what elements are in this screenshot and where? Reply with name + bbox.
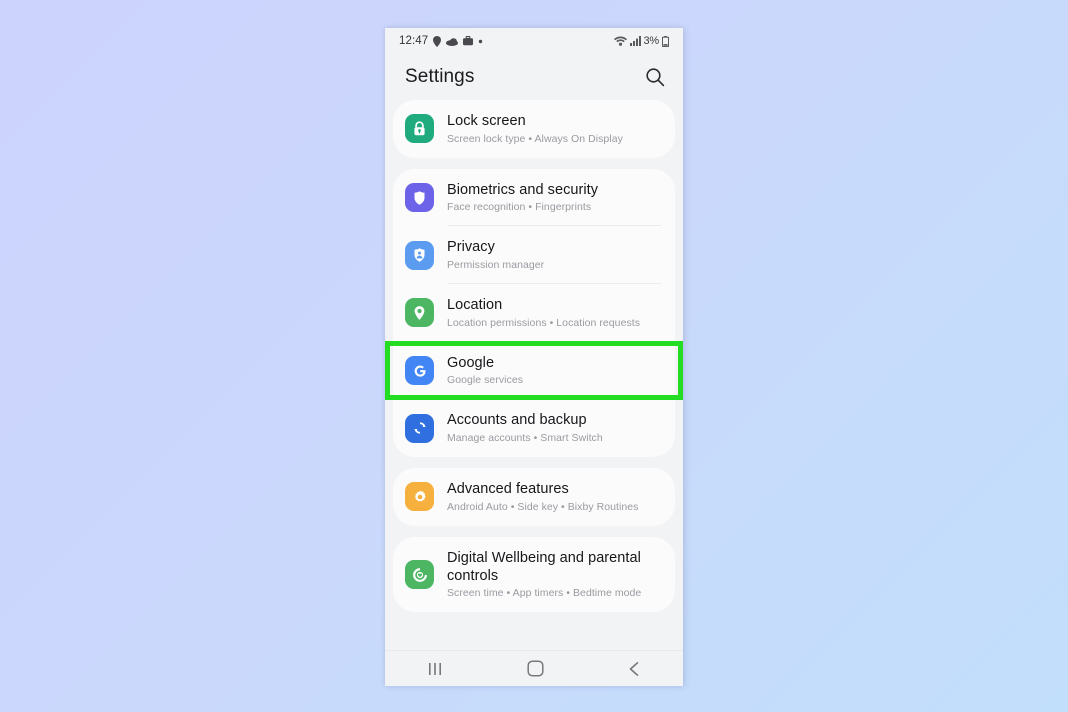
navigation-bar	[385, 650, 683, 686]
settings-row-privacy[interactable]: Privacy Permission manager	[393, 226, 675, 284]
cloud-icon	[446, 37, 459, 46]
settings-row-text: Lock screen Screen lock type • Always On …	[447, 113, 623, 145]
settings-row-title: Location	[447, 297, 503, 314]
settings-row-digital-wellbeing-and-parental-controls[interactable]: Digital Wellbeing and parental controls S…	[393, 537, 675, 612]
settings-card: Lock screen Screen lock type • Always On …	[393, 100, 675, 158]
settings-row-subtitle: Android Auto • Side key • Bixby Routines	[447, 500, 639, 513]
settings-row-title: Digital Wellbeing and parental controls	[447, 549, 641, 584]
settings-row-accounts-and-backup[interactable]: Accounts and backup Manage accounts • Sma…	[393, 399, 675, 457]
status-bar-right: 3%	[613, 35, 669, 47]
status-bar: 12:47 3%	[385, 28, 683, 54]
settings-row-biometrics-and-security[interactable]: Biometrics and security Face recognition …	[393, 169, 675, 227]
settings-row-subtitle: Screen time • App timers • Bedtime mode	[447, 587, 642, 600]
settings-row-title: Lock screen	[447, 113, 526, 129]
shield-icon	[405, 183, 434, 213]
battery-icon	[662, 35, 669, 47]
phone-screen: 12:47 3% Settings Lock screen Screen loc…	[385, 28, 683, 686]
settings-row-subtitle: Screen lock type • Always On Display	[447, 132, 623, 145]
sync-arrows-icon	[405, 413, 434, 443]
settings-row-title: Biometrics and security	[447, 181, 599, 198]
settings-row-subtitle: Permission manager	[447, 259, 545, 272]
settings-row-lock-screen[interactable]: Lock screen Screen lock type • Always On …	[393, 100, 675, 158]
lock-icon	[405, 114, 434, 144]
settings-row-title: Accounts and backup	[447, 412, 587, 429]
title-bar: Settings	[385, 54, 683, 100]
settings-row-text: Privacy Permission manager	[447, 239, 544, 271]
settings-row-title: Google	[447, 354, 495, 371]
settings-row-text: Advanced features Android Auto • Side key…	[447, 481, 638, 513]
settings-row-advanced-features[interactable]: Advanced features Android Auto • Side key…	[393, 468, 675, 526]
page-title: Settings	[405, 66, 475, 87]
wellbeing-circle-icon	[405, 560, 434, 589]
back-icon[interactable]	[609, 657, 660, 681]
settings-row-text: Digital Wellbeing and parental controls S…	[447, 550, 661, 599]
settings-row-text: Accounts and backup Manage accounts • Sma…	[447, 412, 603, 444]
dot-icon	[478, 39, 483, 44]
privacy-shield-person-icon	[405, 240, 434, 270]
home-icon[interactable]	[509, 656, 562, 681]
settings-card: Biometrics and security Face recognition …	[393, 168, 675, 458]
status-clock: 12:47	[399, 35, 429, 47]
settings-list: Lock screen Screen lock type • Always On …	[385, 100, 683, 650]
settings-row-text: Biometrics and security Face recognition …	[447, 182, 598, 214]
settings-row-location[interactable]: Location Location permissions • Location …	[393, 284, 675, 342]
settings-row-subtitle: Google services	[447, 374, 524, 387]
work-briefcase-icon	[463, 36, 474, 46]
settings-card: Advanced features Android Auto • Side key…	[393, 468, 675, 526]
settings-card: Digital Wellbeing and parental controls S…	[393, 536, 675, 613]
search-icon[interactable]	[645, 67, 665, 87]
battery-percent-label: 3%	[643, 35, 660, 47]
status-bar-left: 12:47	[399, 35, 483, 47]
settings-row-subtitle: Face recognition • Fingerprints	[447, 201, 592, 214]
settings-row-subtitle: Location permissions • Location requests	[447, 316, 641, 329]
signal-bars-icon	[629, 36, 641, 46]
wifi-icon	[613, 36, 627, 46]
settings-row-text: Google Google services	[447, 355, 523, 387]
settings-row-google[interactable]: Google Google services	[393, 342, 675, 400]
recents-icon[interactable]	[408, 658, 462, 680]
settings-row-title: Advanced features	[447, 481, 569, 498]
settings-row-subtitle: Manage accounts • Smart Switch	[447, 432, 603, 445]
location-pin-icon	[405, 298, 434, 328]
location-pin-icon	[433, 35, 442, 47]
settings-row-title: Privacy	[447, 239, 495, 256]
settings-row-text: Location Location permissions • Location …	[447, 297, 640, 329]
gear-icon	[405, 482, 434, 512]
google-g-icon	[405, 356, 434, 386]
